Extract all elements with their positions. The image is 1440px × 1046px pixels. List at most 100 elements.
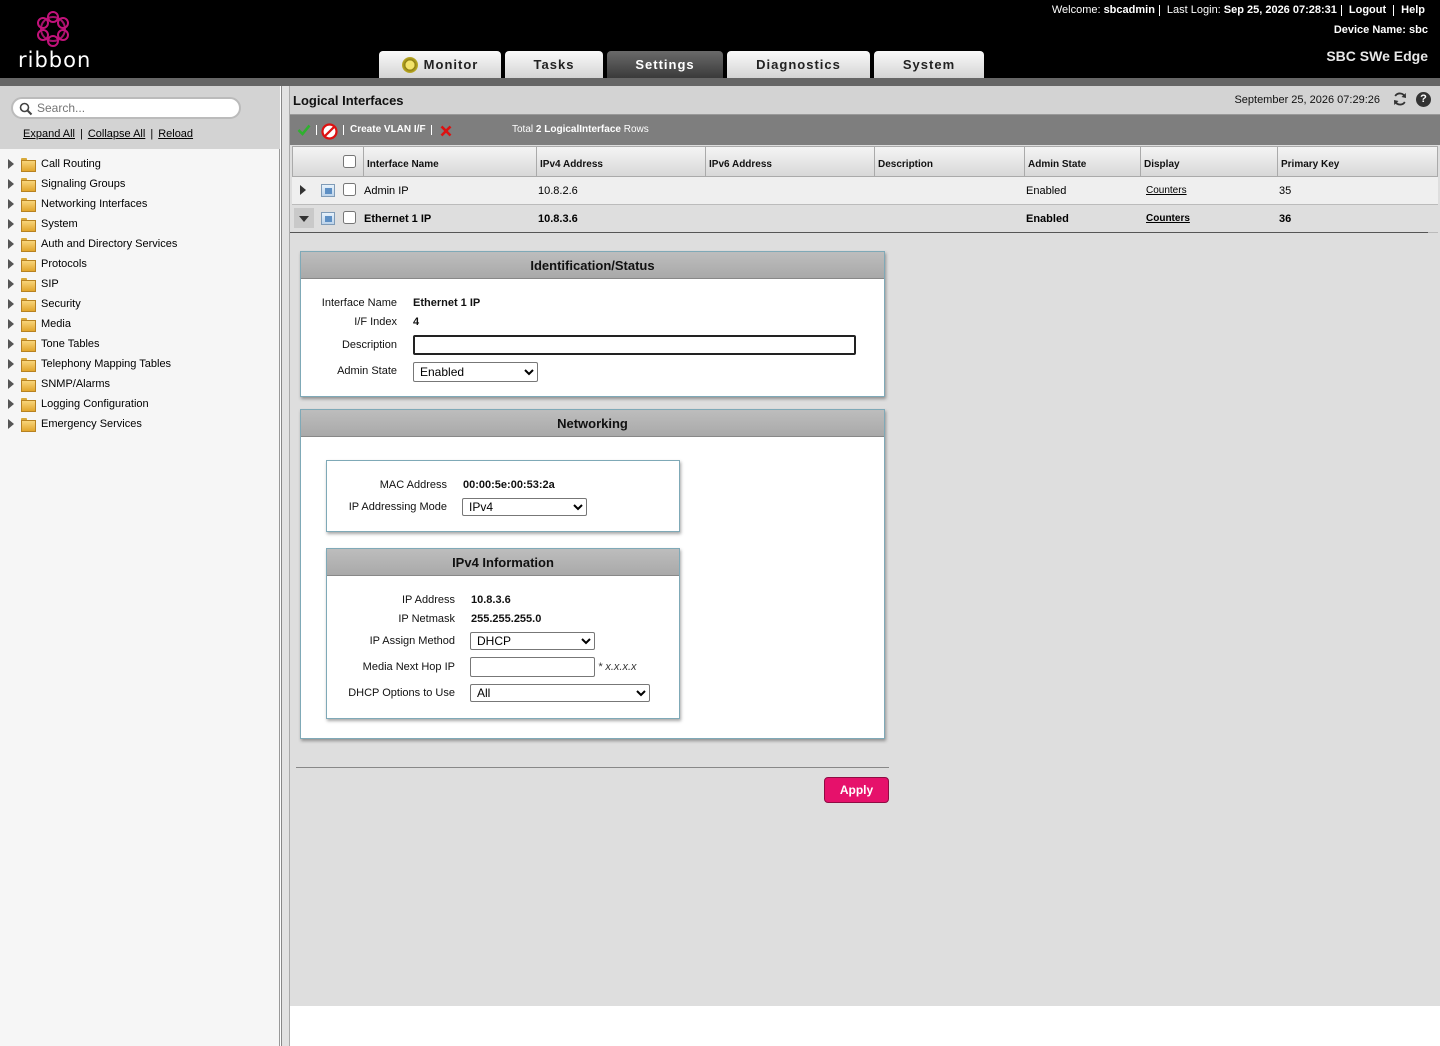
col-header-admin-state[interactable]: Admin State	[1024, 147, 1140, 177]
expand-arrow-icon[interactable]	[8, 419, 14, 429]
collapse-all-link[interactable]: Collapse All	[88, 128, 145, 140]
sidebar-item-tone-tables[interactable]: Tone Tables	[0, 334, 280, 354]
expand-row-icon[interactable]	[300, 185, 306, 195]
username: sbcadmin	[1103, 4, 1155, 16]
sidebar-item-label: SNMP/Alarms	[41, 378, 111, 390]
expand-arrow-icon[interactable]	[8, 339, 14, 349]
main-footer-area	[290, 1006, 1440, 1046]
sidebar-item-logging[interactable]: Logging Configuration	[0, 394, 280, 414]
tab-tasks[interactable]: Tasks	[505, 51, 603, 78]
sidebar-item-system[interactable]: System	[0, 214, 280, 234]
sidebar-item-telephony-mapping[interactable]: Telephony Mapping Tables	[0, 354, 280, 374]
col-header-display[interactable]: Display	[1140, 147, 1277, 177]
mac-address-label: MAC Address	[379, 479, 447, 491]
create-vlan-button[interactable]: Create VLAN I/F	[350, 124, 426, 135]
expand-arrow-icon[interactable]	[8, 319, 14, 329]
reload-link[interactable]: Reload	[158, 128, 193, 140]
refresh-icon[interactable]	[1392, 91, 1408, 107]
table-toolbar: Create VLAN I/F Total 2 LogicalInterface…	[290, 114, 1440, 145]
sidebar-item-protocols[interactable]: Protocols	[0, 254, 280, 274]
next-hop-hint: * x.x.x.x	[598, 661, 637, 673]
folder-icon	[21, 418, 36, 432]
pane-splitter[interactable]	[281, 86, 290, 1046]
row-checkbox[interactable]	[343, 211, 356, 224]
col-header-primary-key[interactable]: Primary Key	[1277, 147, 1437, 177]
device-name: Device Name: sbc	[1334, 24, 1428, 36]
description-field[interactable]	[413, 335, 856, 355]
expand-arrow-icon[interactable]	[8, 279, 14, 289]
divider	[1158, 4, 1160, 16]
edit-row-icon[interactable]	[321, 184, 335, 197]
sidebar-item-label: SIP	[41, 278, 59, 290]
ribbon-logo: ribbon	[18, 10, 92, 72]
expand-arrow-icon[interactable]	[8, 259, 14, 269]
sidebar-item-snmp-alarms[interactable]: SNMP/Alarms	[0, 374, 280, 394]
sidebar-item-media[interactable]: Media	[0, 314, 280, 334]
col-header-ipv4[interactable]: IPv4 Address	[536, 147, 705, 177]
divider	[343, 125, 344, 135]
expand-arrow-icon[interactable]	[8, 399, 14, 409]
tab-system[interactable]: System	[874, 51, 984, 78]
search-box[interactable]	[11, 97, 241, 119]
help-link[interactable]: Help	[1398, 4, 1428, 16]
sidebar-item-call-routing[interactable]: Call Routing	[0, 154, 280, 174]
last-login-value: Sep 25, 2026 07:28:31	[1223, 4, 1337, 16]
cell-ipv4: 10.8.2.6	[538, 185, 578, 197]
edit-row-icon[interactable]	[321, 212, 335, 225]
expand-arrow-icon[interactable]	[8, 159, 14, 169]
tab-monitor[interactable]: Monitor	[379, 51, 501, 78]
sidebar-item-signaling-groups[interactable]: Signaling Groups	[0, 174, 280, 194]
table-row-expanded[interactable]: Ethernet 1 IP 10.8.3.6 Enabled Counters …	[292, 205, 1438, 233]
assign-method-label: IP Assign Method	[369, 635, 455, 647]
tab-label: Settings	[635, 57, 695, 72]
tab-diagnostics[interactable]: Diagnostics	[727, 51, 870, 78]
sidebar-item-auth-directory[interactable]: Auth and Directory Services	[0, 234, 280, 254]
expand-arrow-icon[interactable]	[8, 179, 14, 189]
expand-all-link[interactable]: Expand All	[23, 128, 75, 140]
expand-arrow-icon[interactable]	[8, 379, 14, 389]
checkmark-icon[interactable]	[297, 124, 311, 136]
tab-label: Diagnostics	[756, 57, 841, 72]
divider	[431, 125, 432, 135]
sidebar-item-networking-interfaces[interactable]: Networking Interfaces	[0, 194, 280, 214]
apply-button[interactable]: Apply	[824, 777, 889, 803]
search-input[interactable]	[35, 100, 235, 116]
panel-title: IPv4 Information	[327, 549, 679, 576]
page-header: Logical Interfaces September 25, 2026 07…	[290, 86, 1440, 114]
counters-link[interactable]: Counters	[1146, 185, 1187, 196]
logout-link[interactable]: Logout	[1346, 4, 1389, 16]
row-checkbox[interactable]	[343, 183, 356, 196]
assign-method-select[interactable]: DHCP	[470, 632, 595, 650]
expand-arrow-icon[interactable]	[8, 299, 14, 309]
addressing-subpanel: MAC Address 00:00:5e:00:53:2a IP Address…	[326, 460, 680, 532]
if-index-value: 4	[413, 316, 420, 328]
folder-icon	[21, 238, 36, 252]
help-icon[interactable]: ?	[1416, 92, 1431, 107]
next-hop-field[interactable]	[470, 657, 595, 677]
admin-state-select[interactable]: Enabled	[413, 362, 538, 382]
sidebar-item-emergency[interactable]: Emergency Services	[0, 414, 280, 434]
col-header-interface-name[interactable]: Interface Name	[363, 147, 535, 177]
col-header-description[interactable]: Description	[874, 147, 1024, 177]
ip-mode-select[interactable]: IPv4	[462, 498, 587, 516]
sidebar-item-security[interactable]: Security	[0, 294, 280, 314]
delete-icon[interactable]	[440, 125, 452, 137]
collapse-row-icon[interactable]	[294, 208, 314, 228]
table-row[interactable]: Admin IP 10.8.2.6 Enabled Counters 35	[292, 177, 1438, 205]
col-header-ipv6[interactable]: IPv6 Address	[705, 147, 874, 177]
select-all-checkbox[interactable]	[343, 155, 356, 168]
counters-link[interactable]: Counters	[1146, 213, 1190, 224]
expand-arrow-icon[interactable]	[8, 219, 14, 229]
dhcp-options-select[interactable]: All	[470, 684, 650, 702]
cancel-icon[interactable]	[321, 123, 338, 140]
expand-arrow-icon[interactable]	[8, 199, 14, 209]
tab-settings[interactable]: Settings	[607, 51, 723, 78]
total-prefix: Total	[512, 124, 534, 135]
expand-arrow-icon[interactable]	[8, 359, 14, 369]
expand-arrow-icon[interactable]	[8, 239, 14, 249]
panel-title: Identification/Status	[301, 252, 884, 279]
dhcp-options-label: DHCP Options to Use	[348, 687, 455, 699]
logo-text: ribbon	[18, 48, 92, 72]
ip-address-value: 10.8.3.6	[471, 594, 511, 606]
sidebar-item-sip[interactable]: SIP	[0, 274, 280, 294]
